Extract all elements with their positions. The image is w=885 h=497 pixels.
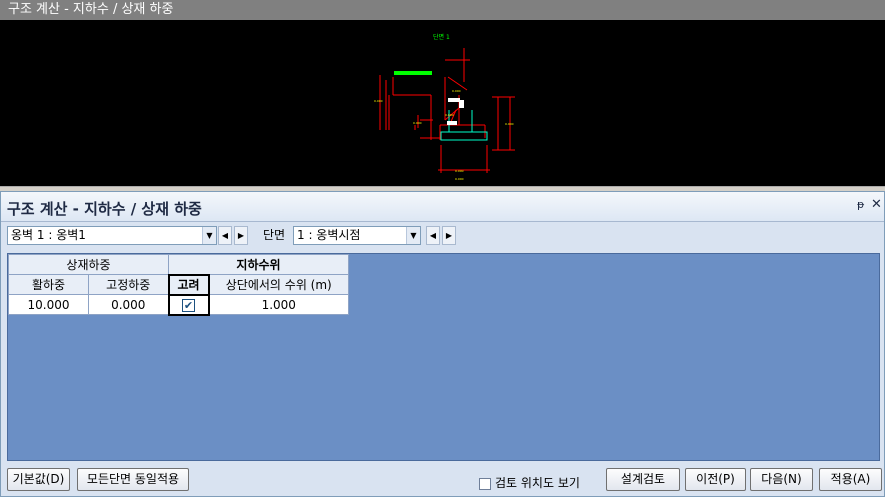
surcharge-load <box>394 71 432 75</box>
chevron-down-icon[interactable]: ▼ <box>202 227 216 244</box>
svg-text:0.000: 0.000 <box>455 177 464 181</box>
section-label: 단면 <box>263 228 286 242</box>
load-panel: 구조 계산 - 지하수 / 상재 하중 ᵽ ✕ 옹벽 1 : 옹벽1 ▼ ◀ ▶… <box>0 191 885 497</box>
footing-base <box>440 131 488 141</box>
svg-text:0.000: 0.000 <box>374 99 383 103</box>
load-table: 상재하중 지하수위 활하중 고정하중 고려 상단에서의 수위 (m) 10.00… <box>8 254 349 316</box>
svg-text:0.000: 0.000 <box>445 113 454 117</box>
group-groundwater-header: 지하수위 <box>168 254 349 275</box>
section-label: 단면 1 <box>433 33 450 41</box>
pin-icon[interactable]: ᵽ <box>857 198 864 211</box>
section-prev-button[interactable]: ◀ <box>426 226 440 245</box>
window-title: 구조 계산 - 지하수 / 상재 하중 <box>0 0 885 20</box>
default-button[interactable]: 기본값(D) <box>7 468 70 491</box>
consider-checkbox[interactable]: ✔ <box>182 298 195 312</box>
apply-button[interactable]: 적용(A) <box>819 468 882 491</box>
design-check-button[interactable]: 설계검토 <box>606 468 680 491</box>
drawing-viewport[interactable]: 단면 1 0.000 0.000 0.000 0.000 0.000 0.000… <box>0 20 885 186</box>
svg-text:0.000: 0.000 <box>455 169 464 173</box>
live-load-cell[interactable]: 10.000 <box>8 294 89 315</box>
close-icon[interactable]: ✕ <box>871 197 882 212</box>
wall-section-drawing: 단면 1 0.000 0.000 0.000 0.000 0.000 0.000… <box>374 33 515 181</box>
section-select[interactable]: 1 : 옹벽시점 ▼ <box>293 226 421 245</box>
next-button[interactable]: 다음(N) <box>750 468 813 491</box>
water-level-cell[interactable]: 1.000 <box>208 294 349 315</box>
load-grid[interactable]: 상재하중 지하수위 활하중 고정하중 고려 상단에서의 수위 (m) 10.00… <box>7 253 880 461</box>
col-consider-header: 고려 <box>167 273 210 296</box>
wall-next-button[interactable]: ▶ <box>234 226 248 245</box>
consider-cell[interactable]: ✔ <box>167 293 210 316</box>
chevron-down-icon[interactable]: ▼ <box>406 227 420 244</box>
table-row: 10.000 0.000 ✔ 1.000 <box>8 293 349 316</box>
prev-button[interactable]: 이전(P) <box>685 468 746 491</box>
checkbox-box[interactable] <box>479 477 491 490</box>
svg-text:0.000: 0.000 <box>452 89 461 93</box>
section-select-value: 1 : 옹벽시점 <box>297 228 361 242</box>
group-surcharge-header: 상재하중 <box>8 254 169 275</box>
show-check-position-checkbox[interactable]: 검토 위치도 보기 <box>479 474 580 491</box>
svg-text:0.000: 0.000 <box>505 122 514 126</box>
panel-header: 구조 계산 - 지하수 / 상재 하중 ᵽ ✕ <box>1 192 884 222</box>
wall-select[interactable]: 옹벽 1 : 옹벽1 ▼ <box>7 226 217 245</box>
bottom-toolbar: 기본값(D) 모든단면 동일적용 검토 위치도 보기 설계검토 이전(P) 다음… <box>1 464 884 496</box>
wall-select-value: 옹벽 1 : 옹벽1 <box>11 228 86 242</box>
wall-prev-button[interactable]: ◀ <box>218 226 232 245</box>
panel-title: 구조 계산 - 지하수 / 상재 하중 <box>7 200 202 218</box>
col-live-header: 활하중 <box>8 274 89 295</box>
check-label: 검토 위치도 보기 <box>495 476 580 490</box>
section-next-button[interactable]: ▶ <box>442 226 456 245</box>
col-fixed-header: 고정하중 <box>88 274 169 295</box>
apply-all-sections-button[interactable]: 모든단면 동일적용 <box>77 468 189 491</box>
fixed-load-cell[interactable]: 0.000 <box>88 294 169 315</box>
col-level-header: 상단에서의 수위 (m) <box>208 274 349 295</box>
svg-text:0.000: 0.000 <box>413 121 422 125</box>
